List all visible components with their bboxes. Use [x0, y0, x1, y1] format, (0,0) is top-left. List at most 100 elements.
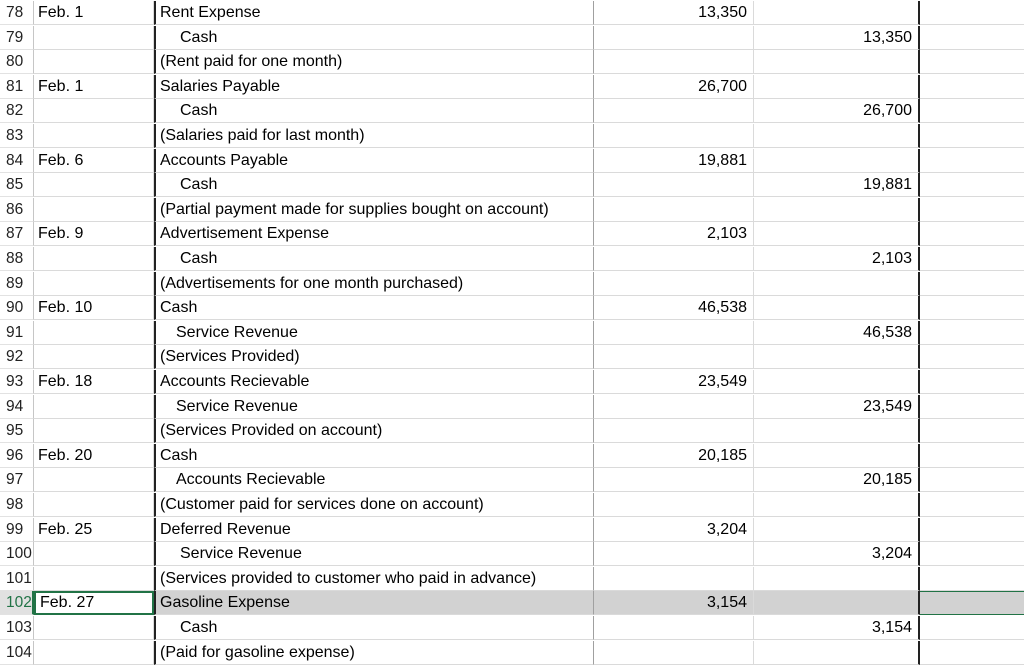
debit-cell[interactable]	[594, 271, 754, 296]
description-cell[interactable]: Cash	[154, 443, 594, 468]
description-cell[interactable]: Deferred Revenue	[154, 517, 594, 542]
credit-cell[interactable]	[754, 148, 920, 173]
empty-cell[interactable]	[920, 370, 1024, 394]
empty-cell[interactable]	[920, 444, 1024, 468]
credit-cell[interactable]	[754, 370, 920, 394]
row-header[interactable]: 88	[0, 247, 34, 271]
empty-cell[interactable]	[920, 321, 1024, 345]
credit-cell[interactable]	[754, 50, 920, 75]
description-cell[interactable]: Accounts Recievable	[154, 370, 594, 394]
table-row[interactable]: 78 Feb. 1 Rent Expense 13,350	[0, 1, 1024, 25]
row-header[interactable]: 101	[0, 566, 34, 591]
description-cell[interactable]: Cash	[154, 25, 594, 50]
table-row[interactable]: 81 Feb. 1 Salaries Payable 26,700	[0, 74, 1024, 99]
date-cell[interactable]: Feb. 18	[34, 370, 154, 394]
credit-cell[interactable]	[754, 1, 920, 25]
date-cell[interactable]	[34, 320, 154, 345]
date-cell[interactable]	[34, 345, 154, 370]
table-row[interactable]: 90 Feb. 10 Cash 46,538	[0, 296, 1024, 321]
table-row[interactable]: 96 Feb. 20 Cash 20,185	[0, 443, 1024, 468]
date-cell[interactable]	[34, 640, 154, 665]
debit-cell[interactable]	[594, 345, 754, 370]
debit-cell[interactable]	[594, 640, 754, 665]
empty-cell[interactable]	[920, 419, 1024, 444]
date-cell[interactable]: Feb. 27	[34, 591, 154, 616]
credit-cell[interactable]	[754, 443, 920, 468]
table-row[interactable]: 92 (Services Provided)	[0, 345, 1024, 370]
date-cell[interactable]: Feb. 6	[34, 148, 154, 173]
debit-cell[interactable]	[594, 493, 754, 517]
table-row[interactable]: 102 Feb. 27 Gasoline Expense 3,154	[0, 591, 1024, 616]
empty-cell[interactable]	[920, 99, 1024, 124]
row-header[interactable]: 92	[0, 345, 34, 370]
empty-cell[interactable]	[920, 124, 1024, 148]
empty-cell[interactable]	[920, 149, 1024, 173]
debit-cell[interactable]	[594, 320, 754, 345]
table-row[interactable]: 93 Feb. 18 Accounts Recievable 23,549	[0, 370, 1024, 394]
empty-cell[interactable]	[920, 542, 1024, 567]
credit-cell[interactable]: 19,881	[754, 173, 920, 198]
debit-cell[interactable]	[594, 99, 754, 124]
date-cell[interactable]	[34, 542, 154, 567]
row-header[interactable]: 80	[0, 50, 34, 75]
row-header[interactable]: 95	[0, 419, 34, 444]
date-cell[interactable]	[34, 616, 154, 640]
date-cell[interactable]	[34, 419, 154, 444]
empty-cell[interactable]	[920, 493, 1024, 517]
credit-cell[interactable]: 13,350	[754, 25, 920, 50]
row-header[interactable]: 79	[0, 25, 34, 50]
description-cell[interactable]: (Advertisements for one month purchased)	[154, 271, 594, 296]
debit-cell[interactable]	[594, 616, 754, 640]
date-cell[interactable]	[34, 197, 154, 222]
description-cell[interactable]: Cash	[154, 173, 594, 198]
description-cell[interactable]: Service Revenue	[154, 394, 594, 419]
date-cell[interactable]: Feb. 1	[34, 74, 154, 99]
row-header[interactable]: 98	[0, 493, 34, 517]
row-header[interactable]: 97	[0, 468, 34, 493]
table-row[interactable]: 98 (Customer paid for services done on ac…	[0, 493, 1024, 517]
debit-cell[interactable]	[594, 247, 754, 271]
row-header[interactable]: 102	[0, 591, 34, 616]
date-cell[interactable]	[34, 493, 154, 517]
description-cell[interactable]: Gasoline Expense	[154, 591, 594, 616]
debit-cell[interactable]	[594, 173, 754, 198]
table-row[interactable]: 89 (Advertisements for one month purchase…	[0, 271, 1024, 296]
table-row[interactable]: 80 (Rent paid for one month)	[0, 50, 1024, 75]
debit-cell[interactable]	[594, 50, 754, 75]
description-cell[interactable]: (Services Provided)	[154, 345, 594, 370]
debit-cell[interactable]	[594, 124, 754, 148]
description-cell[interactable]: (Rent paid for one month)	[154, 50, 594, 75]
empty-cell[interactable]	[920, 173, 1024, 198]
debit-cell[interactable]	[594, 419, 754, 444]
credit-cell[interactable]	[754, 222, 920, 247]
table-row[interactable]: 88 Cash 2,103	[0, 247, 1024, 271]
credit-cell[interactable]	[754, 517, 920, 542]
debit-cell[interactable]	[594, 25, 754, 50]
description-cell[interactable]: (Services Provided on account)	[154, 419, 594, 444]
description-cell[interactable]: Cash	[154, 99, 594, 124]
empty-cell[interactable]	[920, 641, 1024, 665]
table-row[interactable]: 100 Service Revenue 3,204	[0, 542, 1024, 567]
description-cell[interactable]: Accounts Recievable	[154, 468, 594, 493]
debit-cell[interactable]	[594, 566, 754, 591]
debit-cell[interactable]: 46,538	[594, 296, 754, 321]
row-header[interactable]: 86	[0, 197, 34, 222]
row-header[interactable]: 89	[0, 271, 34, 296]
empty-cell[interactable]	[920, 1, 1024, 25]
empty-cell[interactable]	[920, 50, 1024, 75]
debit-cell[interactable]: 3,204	[594, 517, 754, 542]
empty-cell[interactable]	[920, 75, 1024, 99]
row-header[interactable]: 99	[0, 517, 34, 542]
credit-cell[interactable]: 26,700	[754, 99, 920, 124]
empty-cell[interactable]	[920, 567, 1024, 591]
empty-cell[interactable]	[920, 518, 1024, 542]
date-cell[interactable]: Feb. 9	[34, 222, 154, 247]
date-cell[interactable]	[34, 394, 154, 419]
date-cell[interactable]	[34, 247, 154, 271]
table-row[interactable]: 86 (Partial payment made for supplies bou…	[0, 197, 1024, 222]
row-header[interactable]: 100	[0, 542, 34, 567]
table-row[interactable]: 104 (Paid for gasoline expense)	[0, 640, 1024, 665]
description-cell[interactable]: (Salaries paid for last month)	[154, 124, 594, 148]
table-row[interactable]: 82 Cash 26,700	[0, 99, 1024, 124]
date-cell[interactable]: Feb. 25	[34, 517, 154, 542]
